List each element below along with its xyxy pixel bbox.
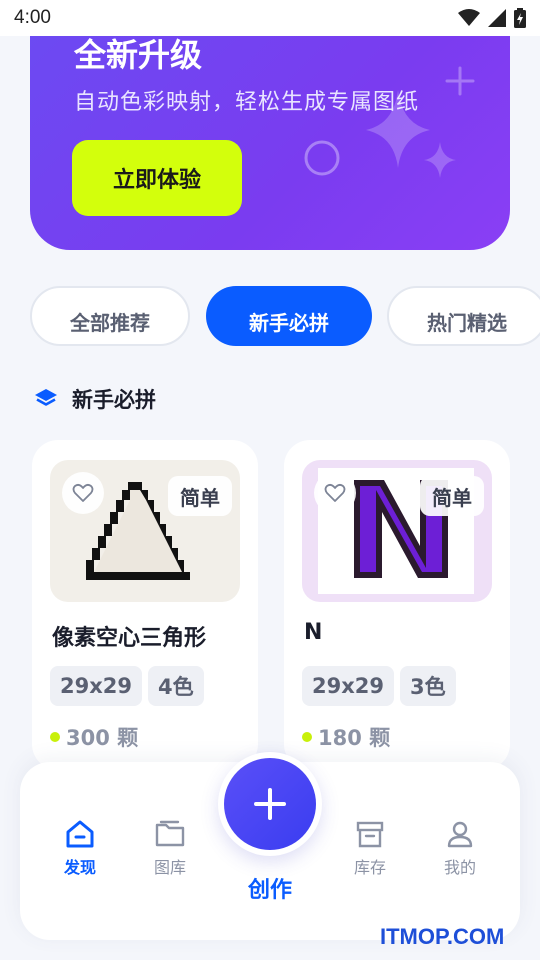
bead-count: 300 颗 [50,722,138,752]
wifi-icon [458,9,480,26]
difficulty-badge: 简单 [420,476,484,516]
section-header: 新手必拼 [34,384,156,414]
tab-hot-picks[interactable]: 热门精选 [387,286,540,346]
favorite-button[interactable] [314,472,356,514]
nav-label-me: 我的 [443,858,476,877]
create-button[interactable] [224,758,316,850]
tab-all-recommended[interactable]: 全部推荐 [30,286,190,346]
bead-count: 180 颗 [302,722,390,752]
pattern-thumbnail: 简单 [302,460,492,602]
color-count-tag: 4色 [148,666,204,706]
nav-item-discover[interactable]: 发现 [50,820,110,878]
status-dot-icon [302,732,312,742]
pattern-card[interactable]: 简单 像素空心三角形 29x29 4色 300 颗 [32,440,258,770]
difficulty-badge: 简单 [168,476,232,516]
tab-beginner-picks[interactable]: 新手必拼 [206,286,372,346]
heart-icon [72,483,94,502]
nav-label-gallery: 图库 [153,858,186,877]
nav-item-gallery[interactable]: 图库 [140,820,200,878]
status-dot-icon [50,732,60,742]
nav-label-discover: 发现 [63,858,96,877]
size-tag: 29x29 [302,666,394,706]
bead-count-label: 300 颗 [66,726,139,750]
pattern-card[interactable]: 简单 N 29x29 3色 180 颗 [284,440,510,770]
create-label: 创作 [247,878,292,903]
size-tag: 29x29 [50,666,142,706]
user-icon [447,821,473,848]
nav-item-me[interactable]: 我的 [430,820,490,878]
heart-icon [324,483,346,502]
status-time: 4:00 [14,7,51,28]
category-tabs: 全部推荐 新手必拼 热门精选 [30,286,540,346]
sparkle-decoration-icon [304,66,475,178]
card-title: 像素空心三角形 [52,626,207,651]
nav-item-inventory[interactable]: 库存 [340,820,400,878]
folder-icon [155,820,185,847]
bead-count-label: 180 颗 [318,726,391,750]
watermark: ITMOP.COM [380,924,505,949]
layers-icon [35,389,57,406]
plus-icon [254,788,286,820]
pattern-thumbnail: 简单 [50,460,240,602]
status-icons [458,8,526,28]
create-fab[interactable] [218,752,322,856]
favorite-button[interactable] [62,472,104,514]
card-title: N [304,620,323,645]
status-bar: 4:00 [0,0,540,36]
nav-label-inventory: 库存 [353,858,386,877]
promo-banner: 全新升级 自动色彩映射，轻松生成专属图纸 立即体验 [30,0,510,250]
home-icon [66,820,94,848]
section-title: 新手必拼 [72,388,156,412]
archive-icon [356,821,384,848]
signal-icon [488,9,506,27]
color-count-tag: 3色 [400,666,456,706]
battery-icon [514,8,526,28]
banner-title: 全新升级 [74,36,203,74]
try-now-button[interactable]: 立即体验 [72,140,242,216]
